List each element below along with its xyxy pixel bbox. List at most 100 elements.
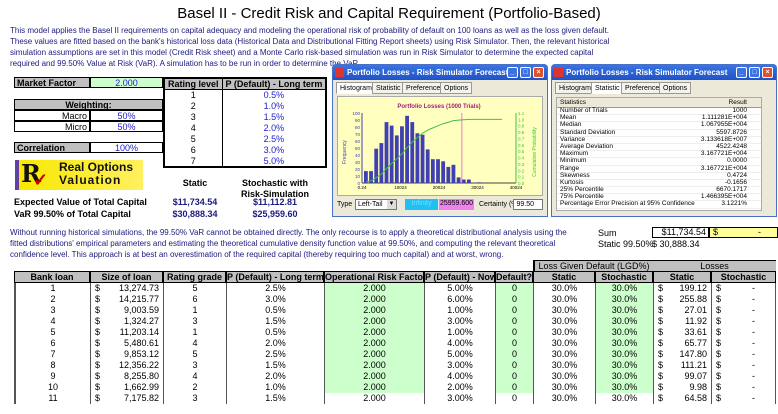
market-factor-input[interactable]: 2.000 [90, 77, 163, 88]
operational-risk-factor[interactable]: 2.000 [324, 305, 424, 316]
close-button[interactable]: × [762, 67, 773, 78]
rating-pd[interactable]: 2.5% [222, 134, 326, 145]
currency-symbol: $ [658, 294, 664, 304]
stat-name: Number of Trials [560, 107, 608, 114]
lgd-stochastic[interactable]: 30.0% [595, 393, 653, 404]
app-icon [335, 68, 344, 77]
lgd-stochastic[interactable]: 30.0% [595, 349, 653, 360]
default-flag[interactable]: 0 [495, 294, 533, 305]
rating-pd[interactable]: 5.0% [222, 156, 326, 167]
currency-symbol: $ [95, 327, 101, 337]
operational-risk-factor[interactable]: 2.000 [324, 294, 424, 305]
tab-histogram[interactable]: Histogram [555, 82, 595, 94]
header-operational-risk-factor: Operational Risk Factor [324, 271, 424, 283]
pd-long-term: 2.5% [226, 349, 324, 360]
tab-histogram[interactable]: Histogram [336, 82, 376, 94]
stat-value: -0.1656 [724, 178, 747, 186]
histogram-window[interactable]: Portfolio Losses - Risk Simulator Foreca… [332, 64, 548, 217]
rating-pd[interactable]: 0.5% [222, 90, 326, 101]
default-flag[interactable]: 0 [495, 371, 533, 382]
lgd-stochastic[interactable]: 30.0% [595, 360, 653, 371]
lgd-stochastic[interactable]: 30.0% [595, 305, 653, 316]
pd-long-term: 0.5% [226, 305, 324, 316]
pd-now: 6.00% [424, 294, 495, 305]
default-flag[interactable]: 0 [495, 327, 533, 338]
bank-loan: 7 [14, 349, 90, 360]
operational-risk-factor[interactable]: 2.000 [324, 338, 424, 349]
lgd-stochastic[interactable]: 30.0% [595, 294, 653, 305]
intro-text: This model applies the Basel II requirem… [10, 26, 610, 68]
operational-risk-factor[interactable]: 2.000 [324, 349, 424, 360]
rating-header: Rating level [163, 77, 223, 90]
certainty-input[interactable]: 99.50 [513, 199, 543, 210]
maximize-button[interactable]: □ [749, 67, 760, 78]
currency-symbol: $ [716, 371, 722, 381]
rating-pd[interactable]: 1.0% [222, 101, 326, 112]
currency-symbol: $ [658, 349, 664, 359]
macro-input[interactable]: 50% [90, 110, 163, 121]
currency-symbol: $ [658, 305, 664, 315]
close-button[interactable]: × [533, 67, 544, 78]
default-flag[interactable]: 0 [495, 349, 533, 360]
rating-pd[interactable]: 3.0% [222, 145, 326, 156]
pd-now: 1.00% [424, 327, 495, 338]
operational-risk-factor[interactable]: 2.000 [324, 327, 424, 338]
tab-options[interactable]: Options [440, 82, 473, 94]
left-value-input[interactable]: Infinity [405, 199, 438, 210]
rating-pd[interactable]: 2.0% [222, 123, 326, 134]
loan-size: $5,480.61 [90, 338, 163, 349]
y2-tick-label: 0.6 [518, 143, 525, 148]
rating-pd[interactable]: 1.5% [222, 112, 326, 123]
default-flag[interactable]: 0 [495, 283, 533, 294]
lgd-static: 30.0% [533, 327, 595, 338]
default-flag[interactable]: 0 [495, 382, 533, 393]
default-flag[interactable]: 0 [495, 393, 533, 404]
type-select[interactable]: Left-Tail ▼ [355, 199, 397, 210]
stat-name: Kurtosis [560, 178, 584, 186]
tab-statistic[interactable]: Statistic [591, 82, 624, 94]
micro-input[interactable]: 50% [90, 121, 163, 132]
lgd-stochastic[interactable]: 30.0% [595, 327, 653, 338]
tab-statistic[interactable]: Statistic [372, 82, 405, 94]
operational-risk-factor[interactable]: 2.000 [324, 283, 424, 294]
loan-size: $9,003.59 [90, 305, 163, 316]
maximize-button[interactable]: □ [520, 67, 531, 78]
default-flag[interactable]: 0 [495, 316, 533, 327]
result-header[interactable]: Result [729, 99, 747, 106]
y2-tick-label: 0.3 [518, 162, 525, 167]
default-flag[interactable]: 0 [495, 305, 533, 316]
bank-loan: 8 [14, 360, 90, 371]
operational-risk-factor[interactable]: 2.000 [324, 371, 424, 382]
stats-header[interactable]: Statistics [560, 99, 586, 106]
default-flag[interactable]: 0 [495, 338, 533, 349]
correlation-label: Correlation [14, 142, 90, 153]
chart-background [338, 97, 542, 195]
lgd-stochastic[interactable]: 30.0% [595, 338, 653, 349]
operational-risk-factor[interactable]: 2.000 [324, 316, 424, 327]
loan-size: $13,274.73 [90, 283, 163, 294]
minimize-button[interactable]: _ [736, 67, 747, 78]
lgd-stochastic[interactable]: 30.0% [595, 316, 653, 327]
tab-options[interactable]: Options [659, 82, 692, 94]
histogram-bar [415, 133, 420, 183]
loan-size: $14,215.77 [90, 294, 163, 305]
minimize-button[interactable]: _ [507, 67, 518, 78]
operational-risk-factor[interactable]: 2.000 [324, 393, 424, 404]
lgd-stochastic[interactable]: 30.0% [595, 371, 653, 382]
operational-risk-factor[interactable]: 2.000 [324, 382, 424, 393]
rating-row: 2 1.0% [164, 100, 326, 112]
stat-row: Percentage Error Precision at 95% Confid… [557, 200, 761, 209]
default-flag[interactable]: 0 [495, 360, 533, 371]
lgd-stochastic[interactable]: 30.0% [595, 283, 653, 294]
right-value-input[interactable]: 25959.600 [439, 199, 474, 210]
lgd-stochastic[interactable]: 30.0% [595, 382, 653, 393]
stat-value: 3.1221% [721, 200, 747, 208]
operational-risk-factor[interactable]: 2.000 [324, 360, 424, 371]
header-lgd-static: Static [533, 271, 595, 283]
loss-static: $65.77 [653, 338, 711, 349]
statistics-window[interactable]: Portfolio Losses - Risk Simulator Foreca… [551, 64, 777, 217]
correlation-input[interactable]: 100% [90, 142, 163, 153]
bank-loan: 2 [14, 294, 90, 305]
lgd-static: 30.0% [533, 316, 595, 327]
rating-grade: 6 [163, 294, 226, 305]
